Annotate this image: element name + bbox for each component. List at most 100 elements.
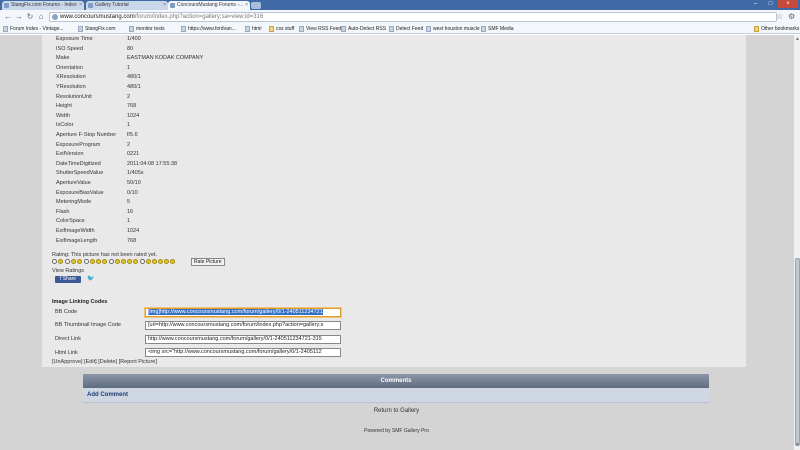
scroll-down-icon[interactable]: ▼ — [795, 442, 800, 448]
page-scrollbar[interactable]: ▲ ▼ — [793, 35, 800, 450]
exif-row: Width 1024 — [56, 113, 139, 119]
reload-icon[interactable]: ↻ — [26, 13, 34, 21]
wrench-menu-icon[interactable]: ⚙ — [788, 13, 795, 21]
facebook-share-button[interactable]: f Share — [55, 276, 81, 283]
exif-key: YResolution — [56, 84, 86, 90]
rating-radio-4[interactable] — [109, 259, 114, 264]
folder-icon — [269, 26, 274, 32]
forward-icon[interactable]: → — [15, 13, 23, 21]
star-icon — [77, 259, 82, 264]
star-icon — [146, 259, 151, 264]
bookmark-folder[interactable]: css stuff — [269, 25, 294, 33]
exif-value: 480/1 — [127, 74, 141, 81]
star-icon — [152, 259, 157, 264]
exif-row: XResolution 480/1 — [56, 74, 141, 80]
star-icon — [115, 259, 120, 264]
exif-key: Height — [56, 103, 72, 110]
star-icon — [158, 259, 163, 264]
exif-key: DateTimeDigitized — [56, 160, 101, 167]
exif-row: Orientation 1 — [56, 64, 130, 71]
scrollbar-thumb[interactable] — [795, 258, 800, 446]
bookmark-item[interactable]: Detect Feed — [389, 25, 423, 33]
exif-key: Exposure Time — [56, 36, 93, 42]
favicon-icon — [170, 3, 175, 8]
bookmark-item[interactable]: monitor tests — [129, 25, 165, 33]
exif-key: Aperture F-Stop Number — [56, 132, 117, 138]
exif-key: IsColor — [56, 122, 74, 129]
tab-gallery-tutorial[interactable]: Gallery Tutorial × — [86, 1, 168, 10]
html-link-label: Html Link — [55, 350, 78, 356]
exif-row: Make EASTMAN KODAK COMPANY — [56, 55, 203, 61]
maximize-icon[interactable]: □ — [763, 0, 778, 8]
exif-key: ExifVersion — [56, 151, 84, 158]
close-tab-icon[interactable]: × — [245, 2, 248, 8]
view-ratings-link[interactable]: View Ratings — [52, 268, 84, 274]
browser-toolbar: ← → ↻ ⌂ www.concoursmustang.com/forum/in… — [0, 10, 800, 24]
site-icon — [52, 14, 58, 20]
edit-link[interactable]: [Edit] — [84, 359, 97, 365]
minimize-icon[interactable]: – — [748, 0, 763, 8]
close-tab-icon[interactable]: × — [79, 2, 82, 8]
return-to-gallery-link: Return to Gallery — [373, 408, 420, 414]
exif-value: 480/1 — [127, 84, 141, 90]
scroll-up-icon[interactable]: ▲ — [795, 36, 800, 42]
delete-link[interactable]: [Delete] — [98, 359, 117, 365]
rating-radio-5[interactable] — [140, 259, 145, 264]
add-comment-link[interactable]: Add Comment — [83, 388, 709, 403]
bb-thumbnail-field[interactable]: [url=http://www.concoursmustang.com/foru… — [145, 321, 341, 330]
rating-radio-3[interactable] — [84, 259, 89, 264]
address-bar[interactable]: www.concoursmustang.com/forum/index.php?… — [49, 12, 777, 22]
bookmark-item[interactable]: west houston muscle — [426, 25, 480, 33]
tab-stangfix[interactable]: StangFix.com Forums - Index × — [2, 1, 84, 10]
bb-code-field[interactable]: [img]http://www.concoursmustang.com/foru… — [145, 308, 341, 317]
exif-row: ExposureBiasValue 0/10 — [56, 190, 138, 196]
exif-value: 2 — [127, 93, 131, 100]
twitter-icon[interactable]: 🐦 — [85, 276, 97, 283]
exif-value: 2 — [127, 141, 131, 148]
rating-radio-2[interactable] — [65, 259, 70, 264]
star-icon — [58, 259, 63, 264]
star-icon — [133, 259, 138, 264]
rate-picture-button[interactable]: Rate Picture — [191, 258, 225, 266]
unapprove-link[interactable]: [UnApprove] — [52, 359, 83, 365]
exif-value: 768 — [127, 103, 137, 110]
bookmark-item[interactable]: View RSS Feed — [299, 25, 341, 33]
html-link-field[interactable]: <img src="http://www.concoursmustang.com… — [145, 348, 341, 357]
picture-actions: [UnApprove] [Edit] [Delete] [Report Pict… — [52, 359, 157, 365]
close-window-icon[interactable]: × — [778, 0, 798, 8]
bookmark-item[interactable]: https://www.fordvan... — [181, 25, 236, 33]
bookmark-star-icon[interactable]: ☆ — [776, 13, 783, 21]
exif-value: 1024 — [127, 228, 140, 234]
page-icon — [129, 26, 134, 32]
bookmark-item[interactable]: SMF Media — [481, 25, 514, 33]
direct-link-field[interactable]: http://www.concoursmustang.com/forum/gal… — [145, 335, 341, 344]
page-icon — [78, 26, 83, 32]
exif-value: 768 — [127, 237, 137, 244]
other-bookmarks-folder[interactable]: Other bookmarks — [754, 25, 799, 33]
star-icon — [170, 259, 175, 264]
exif-key: Flash — [56, 208, 70, 215]
close-tab-icon[interactable]: × — [163, 2, 166, 8]
new-tab-button[interactable] — [251, 2, 261, 9]
report-picture-link[interactable]: [Report Picture] — [119, 359, 157, 365]
tab-concoursmustang[interactable]: ConcoursMustang Forums -... × — [168, 1, 250, 10]
exif-row: ExifImageLength 768 — [56, 238, 136, 244]
rating-radio-1[interactable] — [52, 259, 57, 264]
bookmark-item[interactable]: Auto-Detect RSS — [341, 25, 386, 33]
exif-row: ColorSpace 1 — [56, 218, 130, 224]
bookmark-item[interactable]: StangFix.com — [78, 25, 116, 33]
bookmark-item[interactable]: html — [245, 25, 261, 33]
page-icon — [426, 26, 431, 32]
bookmarks-bar: Forum Index - Vintage... StangFix.com mo… — [0, 24, 800, 34]
exif-key: Orientation — [56, 64, 83, 71]
exif-row: ExifVersion 0221 — [56, 151, 139, 158]
exif-row: ExposureProgram 2 — [56, 142, 130, 148]
exif-row: IsColor 1 — [56, 122, 130, 129]
exif-value: 5 — [127, 199, 131, 206]
back-icon[interactable]: ← — [4, 13, 12, 21]
exif-value: 2011:04:08 17:55:38 — [127, 160, 178, 167]
exif-row: Height 768 — [56, 103, 136, 110]
bookmark-item[interactable]: Forum Index - Vintage... — [3, 25, 64, 33]
home-icon[interactable]: ⌂ — [37, 13, 45, 21]
exif-value: 1 — [127, 122, 131, 129]
